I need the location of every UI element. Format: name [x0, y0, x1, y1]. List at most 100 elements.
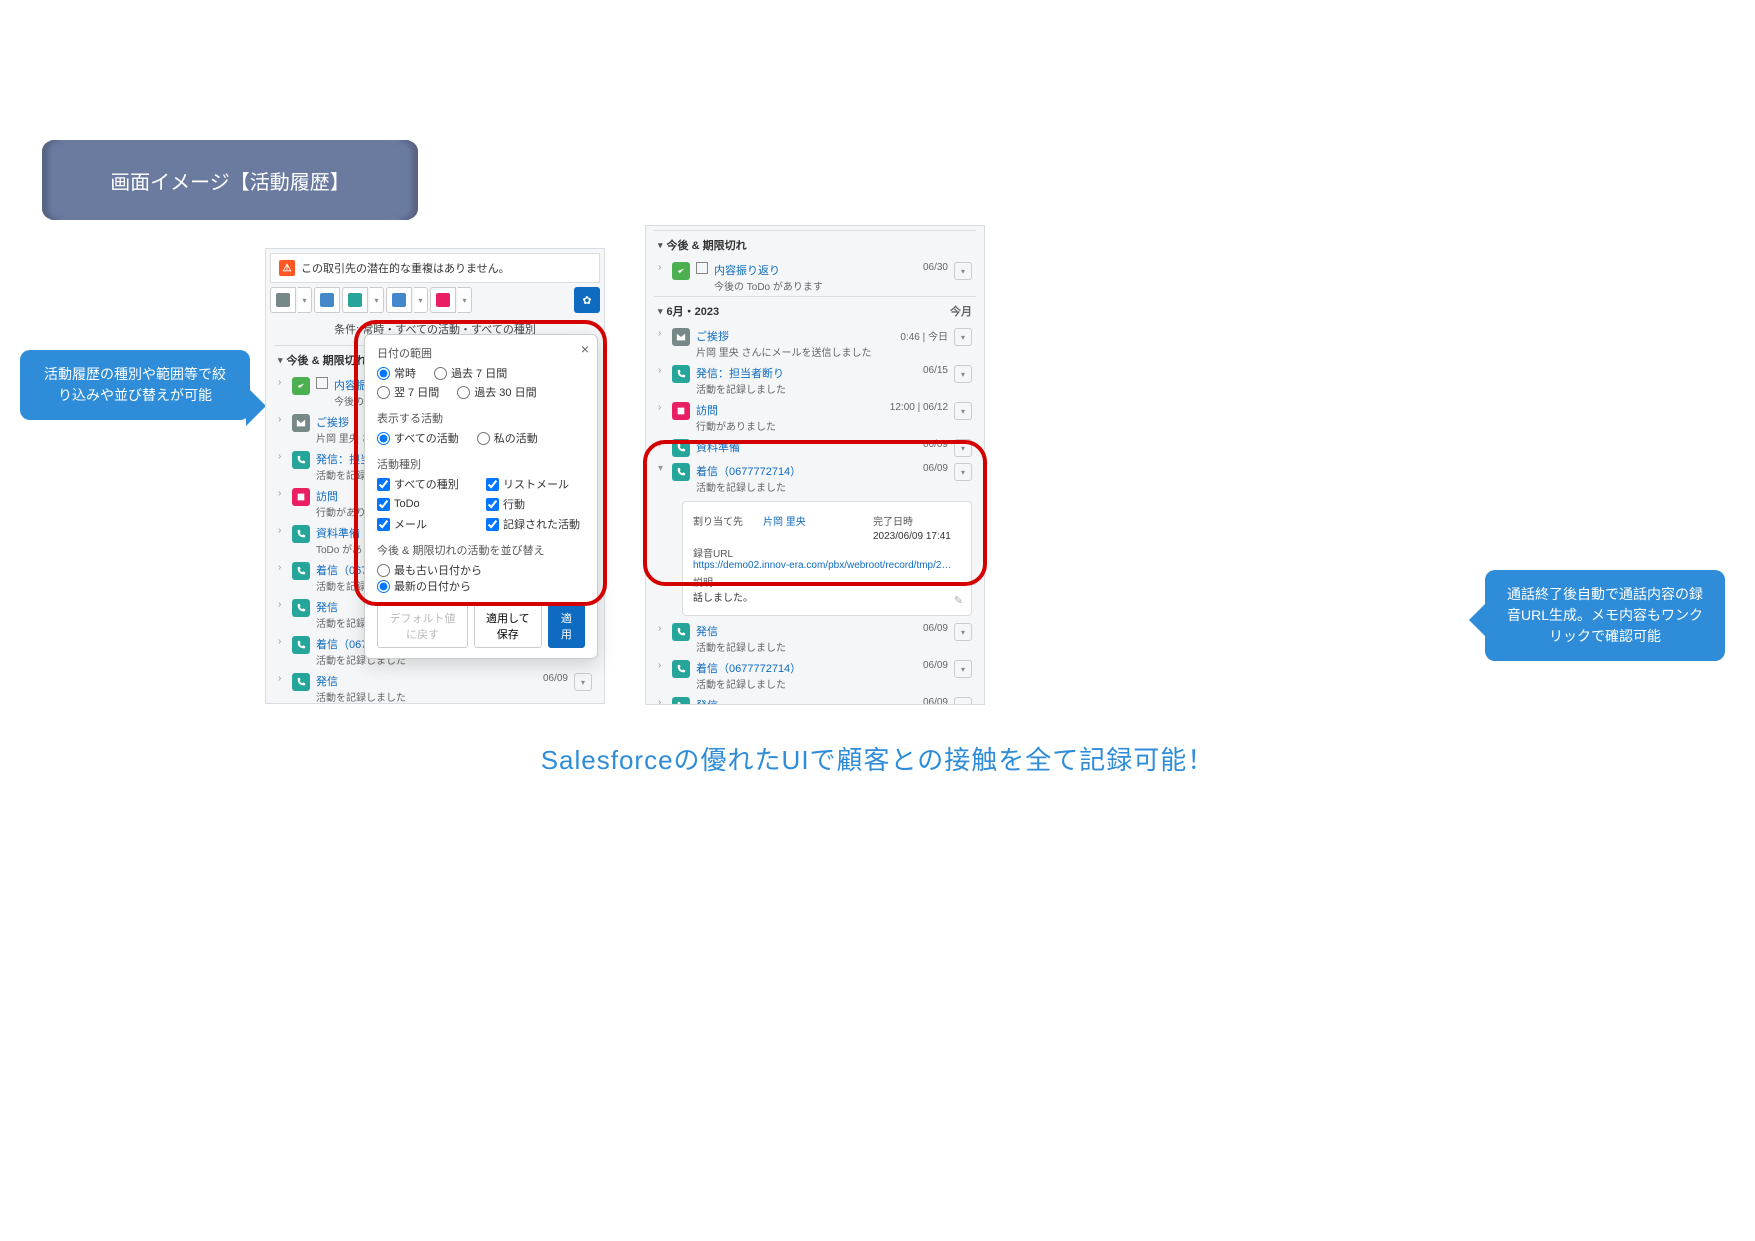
item-menu-button[interactable]: ▾	[574, 673, 592, 691]
item-menu-button[interactable]: ▾	[954, 402, 972, 420]
chevron-right-icon: ›	[278, 451, 286, 462]
item-title[interactable]: 発信：担当者断り	[696, 365, 917, 381]
chevron-right-icon: ›	[278, 488, 286, 499]
item-menu-button[interactable]: ▾	[954, 623, 972, 641]
timeline-row[interactable]: › 発信 活動を記録しました 06/09 ▾	[654, 620, 976, 657]
todo-checkbox[interactable]	[316, 377, 328, 389]
toolbar-list-dropdown[interactable]: ▾	[414, 287, 428, 313]
item-title[interactable]: 着信（0677772714）	[696, 660, 917, 676]
radio-activity-all[interactable]: すべての活動	[377, 430, 459, 446]
chevron-right-icon: ›	[658, 262, 666, 273]
todo-icon	[292, 377, 310, 395]
radio-date-past30[interactable]: 過去 30 日間	[457, 384, 536, 400]
timeline-row-expanded[interactable]: ▾ 着信（0677772714） 活動を記録しました 06/09 ▾	[654, 460, 976, 497]
edit-icon[interactable]: ✎	[954, 594, 963, 607]
radio-date-past7[interactable]: 過去 7 日間	[434, 365, 507, 381]
chevron-down-icon: ▾	[278, 355, 283, 366]
popover-save-button[interactable]: 適用して保存	[474, 604, 542, 648]
item-subtitle: 今後の ToDo があります	[714, 278, 917, 293]
popover-reset-button[interactable]: デフォルト値に戻す	[377, 604, 468, 648]
filter-activity-display-label: 表示する活動	[377, 410, 585, 426]
toolbar-mail-button[interactable]	[270, 287, 296, 313]
item-title[interactable]: 内容振り返り	[714, 262, 917, 278]
radio-sort-oldest[interactable]: 最も古い日付から	[377, 562, 585, 578]
chevron-right-icon: ›	[658, 697, 666, 705]
cal-icon	[292, 488, 310, 506]
toolbar-phone-dropdown[interactable]: ▾	[370, 287, 384, 313]
detail-desc-label: 説明	[693, 574, 763, 589]
chevron-right-icon: ›	[278, 673, 286, 684]
chk-type-listmail[interactable]: リストメール	[486, 476, 585, 492]
item-menu-button[interactable]: ▾	[954, 439, 972, 457]
toolbar-list-button[interactable]	[386, 287, 412, 313]
detail-done-value: 2023/06/09 17:41	[873, 531, 951, 542]
toolbar-settings-button[interactable]: ✿	[574, 287, 600, 313]
toolbar-calendar-button[interactable]	[430, 287, 456, 313]
item-menu-button[interactable]: ▾	[954, 463, 972, 481]
section-upcoming-r[interactable]: ▾ 今後 & 期限切れ	[654, 230, 976, 259]
detail-assignee-value[interactable]: 片岡 里央	[763, 513, 873, 528]
callout-recording: 通話終了後自動で通話内容の録音URL生成。メモ内容もワンクリックで確認可能	[1485, 570, 1725, 661]
timeline-row[interactable]: › 資料準備 06/09 ▾	[654, 436, 976, 460]
chevron-right-icon: ›	[278, 377, 286, 388]
toolbar-note-button[interactable]	[314, 287, 340, 313]
item-menu-button[interactable]: ▾	[954, 328, 972, 346]
timeline-row[interactable]: › 着信（0677772714） 活動を記録しました 06/09 ▾	[654, 657, 976, 694]
timeline-row[interactable]: › 発信：担当者断り 活動を記録しました 06/15 ▾	[654, 362, 976, 399]
item-menu-button[interactable]: ▾	[954, 697, 972, 705]
item-title[interactable]: 資料準備	[696, 439, 917, 455]
chevron-right-icon: ›	[278, 562, 286, 573]
item-title[interactable]: 発信	[696, 623, 917, 639]
timeline-row[interactable]: › 発信 活動を記録しました 06/09 ▾	[654, 694, 976, 705]
radio-sort-newest[interactable]: 最新の日付から	[377, 578, 585, 594]
item-menu-button[interactable]: ▾	[954, 365, 972, 383]
timeline-row[interactable]: › 訪問 行動がありました 12:00 | 06/12 ▾	[654, 399, 976, 436]
chk-type-todo[interactable]: ToDo	[377, 496, 476, 512]
radio-activity-mine[interactable]: 私の活動	[477, 430, 538, 446]
mail-icon	[672, 328, 690, 346]
chevron-down-icon: ▾	[658, 240, 663, 251]
radio-date-always[interactable]: 常時	[377, 365, 416, 381]
item-title[interactable]: 発信	[316, 673, 537, 689]
section-upcoming-label: 今後 & 期限切れ	[667, 237, 747, 253]
item-title[interactable]: 訪問	[696, 402, 884, 418]
item-meta: 06/09	[923, 660, 948, 671]
item-meta: 06/09	[923, 623, 948, 634]
todo-checkbox[interactable]	[696, 262, 708, 274]
item-subtitle: 活動を記録しました	[696, 381, 917, 396]
item-meta: 06/09	[923, 697, 948, 705]
item-meta: 0:46 | 今日	[900, 328, 948, 343]
activity-toolbar: ▾ ▾ ▾ ▾ ✿	[270, 287, 600, 313]
toolbar-calendar-dropdown[interactable]: ▾	[458, 287, 472, 313]
phone-icon	[348, 293, 362, 307]
chevron-right-icon: ›	[658, 623, 666, 634]
timeline-row[interactable]: › 内容振り返り 今後の ToDo があります 06/30 ▾	[654, 259, 976, 296]
item-subtitle: 活動を記録しました	[316, 689, 537, 704]
phone-icon	[292, 673, 310, 691]
radio-date-next7[interactable]: 翌 7 日間	[377, 384, 439, 400]
mail-icon	[276, 293, 290, 307]
detail-url-value[interactable]: https://demo02.innov-era.com/pbx/webroot…	[693, 560, 961, 571]
item-title[interactable]: 着信（0677772714）	[696, 463, 917, 479]
chk-type-mail[interactable]: メール	[377, 516, 476, 532]
item-title[interactable]: 発信	[696, 697, 917, 705]
item-menu-button[interactable]: ▾	[954, 262, 972, 280]
chk-type-event[interactable]: 行動	[486, 496, 585, 512]
chk-type-all[interactable]: すべての種別	[377, 476, 476, 492]
phone-icon	[672, 660, 690, 678]
popover-close-button[interactable]: ×	[581, 341, 589, 357]
filter-date-range-label: 日付の範囲	[377, 345, 585, 361]
warning-icon: ⚠	[279, 260, 295, 276]
chk-type-logged[interactable]: 記録された活動	[486, 516, 585, 532]
timeline-row[interactable]: › ご挨拶 片岡 里央 さんにメールを送信しました 0:46 | 今日 ▾	[654, 325, 976, 362]
toolbar-phone-button[interactable]	[342, 287, 368, 313]
timeline-row[interactable]: › 発信 活動を記録しました 06/09 ▾	[274, 670, 596, 704]
filter-sort-label: 今後 & 期限切れの活動を並び替え	[377, 542, 585, 558]
popover-apply-button[interactable]: 適用	[548, 604, 585, 648]
section-month[interactable]: ▾ 6月・2023 今月	[654, 296, 976, 325]
item-menu-button[interactable]: ▾	[954, 660, 972, 678]
toolbar-mail-dropdown[interactable]: ▾	[298, 287, 312, 313]
item-meta: 06/09	[923, 463, 948, 474]
duplicate-warning: ⚠ この取引先の潜在的な重複はありません。	[270, 253, 600, 283]
item-title[interactable]: ご挨拶	[696, 328, 894, 344]
